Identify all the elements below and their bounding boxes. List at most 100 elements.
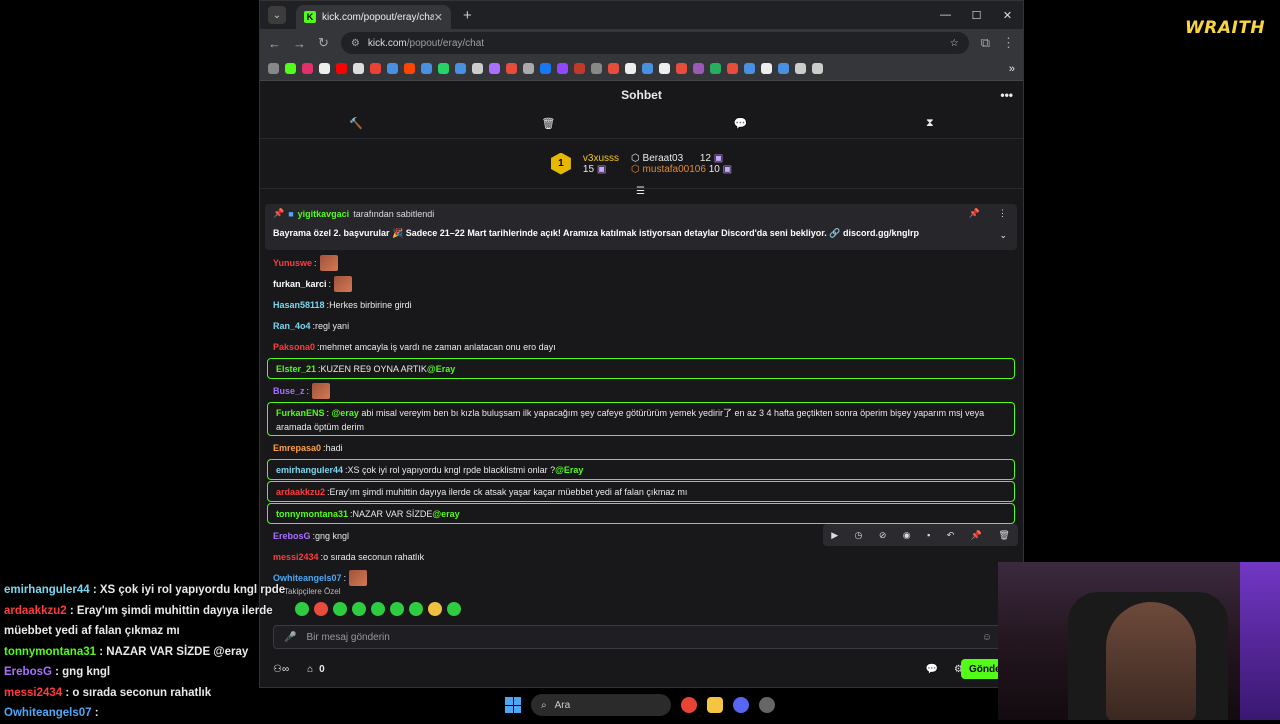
- unpin-icon[interactable]: 📌: [969, 208, 980, 219]
- bookmark-19-icon[interactable]: [761, 63, 772, 74]
- bookmark-22-icon[interactable]: [812, 63, 823, 74]
- pin-message-icon[interactable]: 📌: [971, 530, 982, 541]
- bookmark-instagram-icon[interactable]: [302, 63, 313, 74]
- delete-icon[interactable]: 🗑: [998, 530, 1009, 541]
- chat-message[interactable]: Ran_4o4: regl yani: [265, 315, 1017, 336]
- bookmark-9-icon[interactable]: [591, 63, 602, 74]
- taskbar-search[interactable]: ⌕ Ara: [531, 694, 671, 716]
- bookmark-17-icon[interactable]: [727, 63, 738, 74]
- bookmark-youtube-icon[interactable]: [336, 63, 347, 74]
- clock-icon[interactable]: ◷: [855, 530, 863, 541]
- expand-leaderboard-icon[interactable]: ☰: [636, 186, 645, 197]
- pinned-menu-icon[interactable]: ⋮: [998, 208, 1007, 219]
- file-explorer-icon[interactable]: [707, 697, 723, 713]
- back-icon[interactable]: ←: [268, 36, 281, 51]
- bookmark-whatsapp-icon[interactable]: [438, 63, 449, 74]
- chevron-down-icon[interactable]: ⌄: [999, 230, 1007, 241]
- store-icon[interactable]: ⌂: [307, 664, 313, 675]
- chat-message[interactable]: messi2434: o sırada seconun rahatlık: [265, 546, 1017, 567]
- bookmark-kick-icon[interactable]: [285, 63, 296, 74]
- emote-2[interactable]: [314, 602, 328, 616]
- forward-icon[interactable]: →: [293, 36, 306, 51]
- mention[interactable]: @Eray: [427, 364, 455, 374]
- chat-message[interactable]: ardaakkzu2: Eray'ım şimdi muhittin dayıy…: [267, 481, 1015, 502]
- browser-menu-icon[interactable]: ⋮: [1002, 35, 1015, 51]
- maximize-button[interactable]: ☐: [961, 9, 992, 22]
- emote-3[interactable]: [333, 602, 347, 616]
- bookmark-reddit-icon[interactable]: [404, 63, 415, 74]
- chat-message[interactable]: Elster_21: KUZEN RE9 OYNA ARTIK @Eray: [267, 358, 1015, 379]
- windows-start-icon[interactable]: [505, 697, 521, 713]
- send-button[interactable]: Gönder: [961, 659, 1001, 679]
- steam-icon[interactable]: [759, 697, 775, 713]
- chat-username[interactable]: FurkanENS: [276, 408, 325, 418]
- chat-username[interactable]: ErebosG: [273, 531, 311, 541]
- bookmark-gmail-icon[interactable]: [370, 63, 381, 74]
- chat-username[interactable]: Buse_z: [273, 386, 305, 396]
- chat-bubble-icon[interactable]: 💬: [734, 117, 748, 130]
- chat-username[interactable]: Ran_4o4: [273, 321, 311, 331]
- chat-message[interactable]: tonnymontana31: NAZAR VAR SİZDE @eray: [267, 503, 1015, 524]
- mention[interactable]: @eray: [432, 509, 459, 519]
- bookmark-4-icon[interactable]: [472, 63, 483, 74]
- chat-message[interactable]: Yunuswe:: [265, 252, 1017, 273]
- emote-6[interactable]: [390, 602, 404, 616]
- eye-icon[interactable]: ◉: [903, 530, 911, 541]
- bookmark-2-icon[interactable]: [421, 63, 432, 74]
- chat-username[interactable]: furkan_karci: [273, 279, 327, 289]
- bookmark-12-icon[interactable]: [642, 63, 653, 74]
- mention[interactable]: @eray: [332, 408, 359, 418]
- url-field[interactable]: ⚙ kick.com/popout/eray/chat ☆: [341, 32, 969, 54]
- emote-4[interactable]: [352, 602, 366, 616]
- tab-search-button[interactable]: ⌄: [268, 6, 286, 24]
- chat-message[interactable]: FurkanENS: @eray abi misal vereyim ben b…: [267, 402, 1015, 436]
- close-tab-icon[interactable]: ✕: [434, 11, 443, 24]
- bookmark-6-icon[interactable]: [506, 63, 517, 74]
- message-input[interactable]: 🎤 Bir mesaj gönderin ☺: [273, 625, 1003, 649]
- bookmark-8-icon[interactable]: [574, 63, 585, 74]
- emote-7[interactable]: [409, 602, 423, 616]
- chat-message[interactable]: Emrepasa0: hadi: [265, 437, 1017, 458]
- pinned-by-user[interactable]: yigitkavgaci: [298, 209, 350, 219]
- chat-message[interactable]: Paksona0: mehmet amcayla iş vardı ne zam…: [265, 336, 1017, 357]
- chat-username[interactable]: tonnymontana31: [276, 509, 348, 519]
- gifter-2-name[interactable]: Beraat03: [643, 153, 684, 164]
- bookmark-20-icon[interactable]: [778, 63, 789, 74]
- chat-message[interactable]: furkan_karci:: [265, 273, 1017, 294]
- chat-username[interactable]: Yunuswe: [273, 258, 312, 268]
- chat-username[interactable]: ardaakkzu2: [276, 487, 325, 497]
- chat-username[interactable]: Elster_21: [276, 364, 316, 374]
- play-icon[interactable]: ▶: [831, 530, 838, 541]
- bookmark-star-icon[interactable]: ☆: [950, 38, 959, 49]
- bookmark-11-icon[interactable]: [625, 63, 636, 74]
- bookmark-3-icon[interactable]: [455, 63, 466, 74]
- minimize-button[interactable]: —: [930, 9, 961, 22]
- emote-8[interactable]: [428, 602, 442, 616]
- slash-icon[interactable]: ⊘: [879, 530, 887, 541]
- bookmark-7-icon[interactable]: [523, 63, 534, 74]
- bookmark-15-icon[interactable]: [693, 63, 704, 74]
- chat-menu-icon[interactable]: •••: [1000, 88, 1013, 102]
- emote-5[interactable]: [371, 602, 385, 616]
- bookmark-14-icon[interactable]: [676, 63, 687, 74]
- chat-username[interactable]: Paksona0: [273, 342, 315, 352]
- chat-message[interactable]: Owhiteangels07:: [265, 567, 1017, 588]
- chat-message[interactable]: emirhanguler44: XS çok iyi rol yapıyordu…: [267, 459, 1015, 480]
- mention[interactable]: @Eray: [555, 465, 583, 475]
- chat-username[interactable]: Emrepasa0: [273, 443, 321, 453]
- hourglass-icon[interactable]: ⧗: [926, 117, 934, 130]
- chat-message[interactable]: Hasan58118: Herkes birbirine girdi: [265, 294, 1017, 315]
- site-info-icon[interactable]: ⚙: [351, 38, 360, 49]
- chat-username[interactable]: Hasan58118: [273, 300, 325, 310]
- extensions-icon[interactable]: ⧉: [981, 35, 990, 51]
- browser-tab[interactable]: K kick.com/popout/eray/chat ✕: [296, 5, 451, 29]
- hammer-icon[interactable]: 🔨: [349, 117, 363, 130]
- bookmark-10-icon[interactable]: [608, 63, 619, 74]
- bookmark-facebook-icon[interactable]: [540, 63, 551, 74]
- bookmark-google-icon[interactable]: [353, 63, 364, 74]
- emote-9[interactable]: [447, 602, 461, 616]
- chat-username[interactable]: emirhanguler44: [276, 465, 343, 475]
- trash-icon[interactable]: 🗑: [541, 117, 555, 130]
- chat-message[interactable]: Buse_z:: [265, 380, 1017, 401]
- discord-icon[interactable]: [733, 697, 749, 713]
